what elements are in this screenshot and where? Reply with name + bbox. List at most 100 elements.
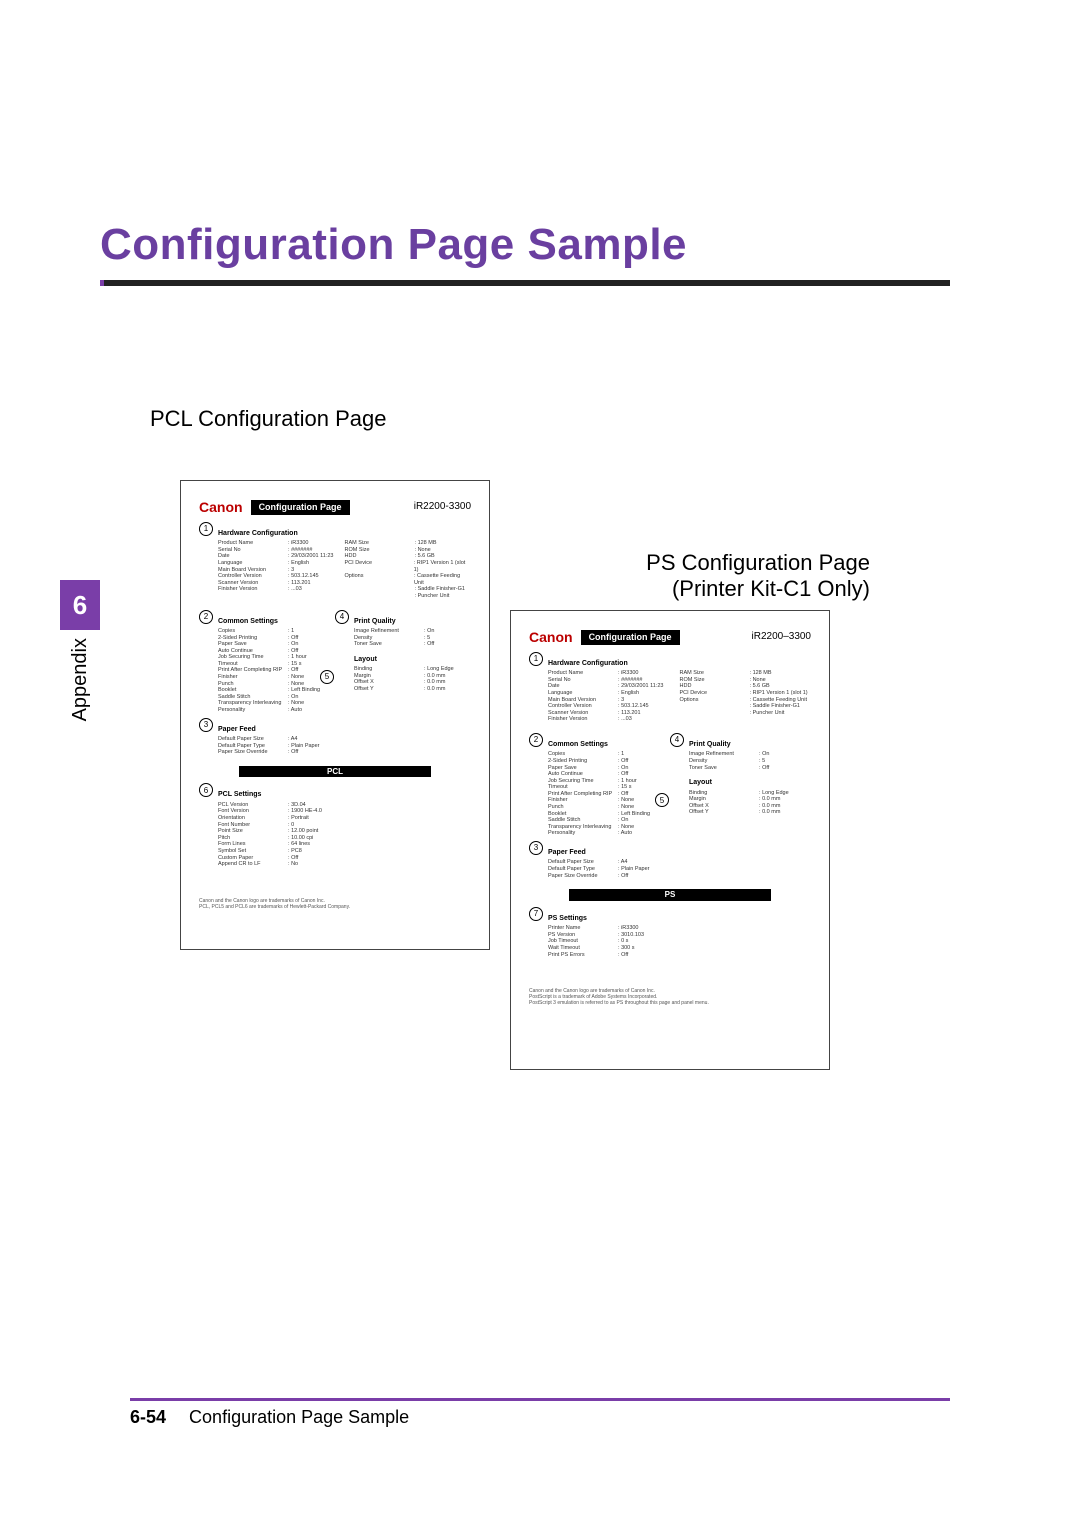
- callout-6-icon: 6: [199, 783, 213, 797]
- model-text: iR2200–3300: [752, 631, 812, 643]
- chapter-tab: 6 Appendix: [60, 580, 100, 721]
- common-settings-title: Common Settings: [218, 618, 335, 626]
- chapter-number: 6: [60, 580, 100, 630]
- kv-row: Print After Completing RIPOff: [548, 791, 670, 798]
- kv-row: PersonalityAuto: [548, 830, 670, 837]
- kv-row: Date29/03/2001 11:23: [548, 683, 680, 690]
- kv-row: LanguageEnglish: [548, 690, 680, 697]
- kv-row: Copies1: [548, 751, 670, 758]
- kv-row: Density5: [354, 635, 471, 642]
- pcl-settings-title: PCL Settings: [218, 791, 471, 799]
- kv-row: ROM SizeNone: [345, 547, 472, 554]
- kv-row: Saddle StitchOn: [218, 694, 335, 701]
- canon-logo: Canon: [199, 499, 243, 516]
- kv-row: HDD5.6 GB: [345, 553, 472, 560]
- kv-row: Timeout15 s: [548, 784, 670, 791]
- kv-row: FinisherNone: [218, 674, 335, 681]
- kv-row: Offset Y0.0 mm: [689, 809, 811, 816]
- callout-3-icon: 3: [529, 841, 543, 855]
- canon-logo: Canon: [529, 629, 573, 646]
- kv-row: Offset X0.0 mm: [354, 679, 471, 686]
- kv-row: Default Paper SizeA4: [218, 736, 335, 743]
- kv-row: Scanner Version113.201: [218, 580, 345, 587]
- kv-row: Toner SaveOff: [354, 641, 471, 648]
- kv-row: OptionsCassette Feeding Unit: [345, 573, 472, 586]
- kv-row: Finisher Version...03: [218, 586, 345, 593]
- pcl-band: PCL: [239, 766, 431, 778]
- kv-row: PersonalityAuto: [218, 707, 335, 714]
- kv-row: BindingLong Edge: [689, 790, 811, 797]
- kv-row: Saddle Finisher-G1: [345, 586, 472, 593]
- kv-row: Point Size12.00 point: [218, 828, 471, 835]
- kv-row: BookletLeft Binding: [218, 687, 335, 694]
- kv-row: Product NameiR3300: [548, 670, 680, 677]
- kv-row: Puncher Unit: [680, 710, 812, 717]
- kv-row: Print PS ErrorsOff: [548, 952, 811, 959]
- pcl-subheading: PCL Configuration Page: [150, 406, 950, 432]
- common-settings-title: Common Settings: [548, 741, 670, 749]
- kv-row: Default Paper TypePlain Paper: [548, 866, 670, 873]
- callout-3-icon: 3: [199, 718, 213, 732]
- kv-row: Auto ContinueOff: [548, 771, 670, 778]
- kv-row: Paper Size OverrideOff: [218, 749, 335, 756]
- callout-2-icon: 2: [529, 733, 543, 747]
- print-quality-title: Print Quality: [689, 741, 811, 749]
- ps-settings-title: PS Settings: [548, 915, 811, 923]
- page-footer: 6-54 Configuration Page Sample: [130, 1390, 950, 1428]
- kv-row: Offset X0.0 mm: [689, 803, 811, 810]
- kv-row: Transparency InterleavingNone: [548, 824, 670, 831]
- kv-row: 2-Sided PrintingOff: [218, 635, 335, 642]
- kv-row: PCI DeviceRIP1 Version 1 (slot 1): [680, 690, 812, 697]
- kv-row: Symbol SetPC8: [218, 848, 471, 855]
- kv-row: BindingLong Edge: [354, 666, 471, 673]
- footer-title: Configuration Page Sample: [189, 1407, 409, 1427]
- layout-title: Layout: [689, 779, 811, 787]
- kv-row: Append CR to LFNo: [218, 861, 471, 868]
- kv-row: Default Paper SizeA4: [548, 859, 670, 866]
- page-title: Configuration Page Sample: [100, 220, 950, 270]
- kv-row: PCI DeviceRIP1 Version 1 (slot 1): [345, 560, 472, 573]
- ps-band: PS: [569, 889, 771, 901]
- kv-row: Puncher Unit: [345, 593, 472, 600]
- callout-4-icon: 4: [335, 610, 349, 624]
- trademark-footnote: Canon and the Canon logo are trademarks …: [199, 898, 471, 910]
- kv-row: Finisher Version...03: [548, 716, 680, 723]
- kv-row: Custom PaperOff: [218, 855, 471, 862]
- chapter-label: Appendix: [69, 638, 92, 721]
- kv-row: PunchNone: [218, 681, 335, 688]
- config-pill: Configuration Page: [251, 500, 350, 515]
- kv-row: Scanner Version113.201: [548, 710, 680, 717]
- callout-7-icon: 7: [529, 907, 543, 921]
- kv-row: BookletLeft Binding: [548, 811, 670, 818]
- page-number: 6-54: [130, 1407, 166, 1427]
- kv-row: FinisherNone: [548, 797, 670, 804]
- kv-row: Job Timeout0 s: [548, 938, 811, 945]
- title-rule: [100, 280, 950, 286]
- print-quality-title: Print Quality: [354, 618, 471, 626]
- paper-feed-title: Paper Feed: [218, 726, 335, 734]
- kv-row: Font Number0: [218, 822, 471, 829]
- kv-row: LanguageEnglish: [218, 560, 345, 567]
- kv-row: ROM SizeNone: [680, 677, 812, 684]
- kv-row: Form Lines64 lines: [218, 841, 471, 848]
- kv-row: Printer NameiR3300: [548, 925, 811, 932]
- kv-row: Offset Y0.0 mm: [354, 686, 471, 693]
- kv-row: Serial No#######: [548, 677, 680, 684]
- kv-row: Default Paper TypePlain Paper: [218, 743, 335, 750]
- kv-row: Wait Timeout300 s: [548, 945, 811, 952]
- ps-subheading: PS Configuration Page (Printer Kit-C1 On…: [560, 550, 870, 602]
- kv-row: Paper Size OverrideOff: [548, 873, 670, 880]
- kv-row: OptionsCassette Feeding Unit: [680, 697, 812, 704]
- kv-row: Pitch10.00 cpi: [218, 835, 471, 842]
- kv-row: Timeout15 s: [218, 661, 335, 668]
- kv-row: Auto ContinueOff: [218, 648, 335, 655]
- callout-4-icon: 4: [670, 733, 684, 747]
- kv-row: Font Version1900 HE-4.0: [218, 808, 471, 815]
- kv-row: Date29/03/2001 11:23: [218, 553, 345, 560]
- kv-row: Paper SaveOn: [548, 765, 670, 772]
- ps-config-snapshot: Canon Configuration Page iR2200–3300 1 H…: [510, 610, 830, 1070]
- hw-config-title: Hardware Configuration: [548, 660, 811, 668]
- kv-row: 2-Sided PrintingOff: [548, 758, 670, 765]
- callout-2-icon: 2: [199, 610, 213, 624]
- kv-row: Print After Completing RIPOff: [218, 667, 335, 674]
